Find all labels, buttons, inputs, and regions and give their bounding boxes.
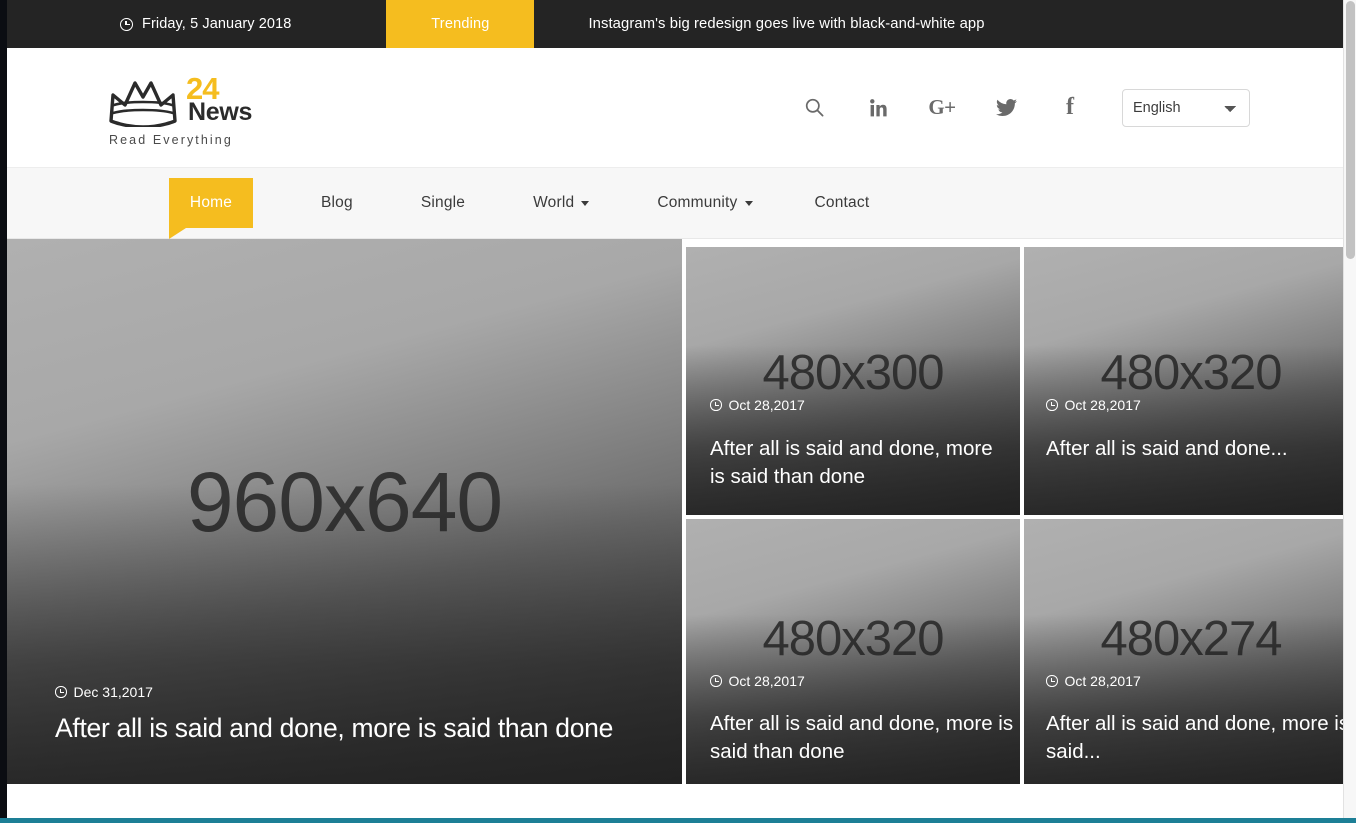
clock-icon — [55, 686, 67, 698]
chevron-down-icon — [581, 200, 590, 206]
featured-post-card-2[interactable]: 480x320 Oct 28,2017 After all is said an… — [1024, 247, 1343, 515]
chevron-down-icon — [744, 200, 753, 206]
featured-post-card-3[interactable]: 480x320 Oct 28,2017 After all is said an… — [686, 519, 1020, 784]
post-date-text: Oct 28,2017 — [728, 673, 805, 689]
post-date-4: Oct 28,2017 — [1046, 673, 1141, 689]
twitter-icon[interactable] — [974, 88, 1038, 128]
site-header: 24 News Read Everything G+ f English — [7, 48, 1343, 167]
trending-badge-label: Trending — [431, 16, 490, 32]
nav-label-single: Single — [420, 194, 466, 211]
logo-word: News — [188, 97, 253, 126]
nav-items: Home Blog Single World Community Contact — [169, 167, 869, 239]
nav-item-world[interactable]: World — [533, 167, 590, 239]
header-actions: G+ f English — [782, 88, 1250, 128]
post-title-main: After all is said and done, more is said… — [55, 713, 614, 743]
facebook-icon[interactable]: f — [1038, 88, 1102, 128]
featured-posts-grid: 960x640 Dec 31,2017 After all is said an… — [7, 239, 1343, 784]
nav-item-community[interactable]: Community — [657, 167, 753, 239]
nav-item-home[interactable]: Home — [169, 178, 253, 239]
post-date-text: Oct 28,2017 — [1064, 673, 1141, 689]
post-title-4: After all is said and done, more is said… — [1046, 712, 1343, 763]
logo-tagline: Read Everything — [109, 132, 233, 147]
nav-item-contact[interactable]: Contact — [815, 167, 870, 239]
featured-post-card-1[interactable]: 480x300 Oct 28,2017 After all is said an… — [686, 247, 1020, 515]
post-title-3: After all is said and done, more is said… — [710, 712, 1014, 763]
featured-post-card-4[interactable]: 480x274 Oct 28,2017 After all is said an… — [1024, 519, 1343, 784]
nav-label-world: World — [533, 194, 575, 211]
featured-post-main[interactable]: 960x640 Dec 31,2017 After all is said an… — [7, 239, 682, 784]
bottom-accent-bar — [0, 818, 1356, 823]
vertical-scrollbar[interactable] — [1343, 0, 1356, 823]
content-below-fold — [7, 784, 1343, 818]
current-date: Friday, 5 January 2018 — [120, 16, 291, 32]
nav-label-home: Home — [189, 194, 233, 211]
nav-label-contact: Contact — [814, 194, 870, 211]
main-navigation: Home Blog Single World Community Contact — [7, 167, 1343, 239]
trending-headline[interactable]: Instagram's big redesign goes live with … — [588, 16, 984, 32]
post-date-text: Dec 31,2017 — [73, 684, 153, 700]
clock-icon — [1046, 399, 1058, 411]
post-date-text: Oct 28,2017 — [1064, 397, 1141, 413]
image-gradient-overlay — [1024, 345, 1343, 515]
clock-icon — [1046, 675, 1058, 687]
nav-item-single[interactable]: Single — [421, 167, 465, 239]
clock-icon — [710, 399, 722, 411]
post-date-2: Oct 28,2017 — [1046, 397, 1141, 413]
logo-wordmark: 24 News — [184, 73, 268, 127]
nav-label-blog: Blog — [321, 194, 353, 211]
language-select[interactable]: English — [1122, 88, 1250, 127]
nav-label-community: Community — [657, 194, 738, 211]
logo-main-row: 24 News — [107, 73, 297, 129]
clock-icon — [120, 17, 133, 31]
current-date-text: Friday, 5 January 2018 — [142, 16, 292, 32]
google-plus-glyph: G+ — [928, 95, 956, 119]
post-date-main: Dec 31,2017 — [55, 684, 153, 700]
linkedin-icon[interactable] — [846, 88, 910, 128]
post-date-3: Oct 28,2017 — [710, 673, 805, 689]
scrollbar-thumb[interactable] — [1346, 1, 1355, 259]
search-icon[interactable] — [782, 88, 846, 128]
crown-icon — [107, 75, 179, 129]
nav-item-blog[interactable]: Blog — [321, 167, 353, 239]
facebook-glyph: f — [1066, 94, 1074, 120]
clock-icon — [710, 675, 722, 687]
google-plus-icon[interactable]: G+ — [910, 88, 974, 128]
page-viewport: Friday, 5 January 2018 Trending Instagra… — [7, 0, 1343, 818]
site-logo[interactable]: 24 News Read Everything — [107, 69, 297, 147]
post-title-2: After all is said and done... — [1046, 437, 1288, 460]
post-date-text: Oct 28,2017 — [728, 397, 805, 413]
trending-badge[interactable]: Trending — [386, 0, 535, 64]
post-date-1: Oct 28,2017 — [710, 397, 805, 413]
post-title-1: After all is said and done, more is said… — [710, 437, 993, 488]
top-announcement-bar: Friday, 5 January 2018 Trending Instagra… — [7, 0, 1343, 64]
browser-frame: Friday, 5 January 2018 Trending Instagra… — [0, 0, 1356, 823]
